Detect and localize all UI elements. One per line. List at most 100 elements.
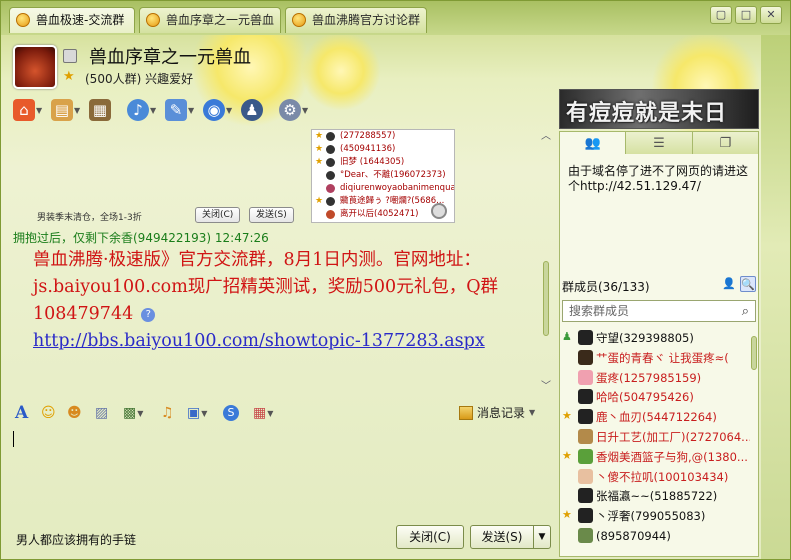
group-avatar[interactable] (13, 45, 57, 89)
right-tabs: 👥 ☰ ❐ (560, 132, 758, 154)
font-button[interactable]: A (15, 403, 28, 423)
send-image-button[interactable]: ▩ ▼ (123, 403, 143, 423)
notes-button[interactable]: ✎ ▼ (165, 97, 197, 123)
history-button[interactable]: 消息记录 ▼ (459, 404, 535, 421)
scroll-up-icon[interactable]: ︿ (540, 131, 552, 143)
tab-group-1[interactable]: 兽血极速-交流群 (9, 7, 135, 33)
list-item: ★ 旧梦 (1644305) (315, 157, 405, 167)
magic-emoji-button[interactable]: ☻ (67, 403, 82, 423)
tab-windows[interactable]: ❐ (692, 132, 758, 154)
notes-icon: ✎ (165, 99, 187, 121)
share-button[interactable]: ▤ ▼ (51, 97, 83, 123)
member-avatar (578, 468, 593, 484)
folder-icon: ▤ (51, 99, 73, 121)
emoji-button[interactable]: ☺ (41, 403, 56, 423)
status-text[interactable]: 男人都应该拥有的手链 (16, 531, 136, 548)
close-button[interactable]: 关闭(C) (396, 525, 464, 549)
person-badge-icon: ♟ (562, 330, 572, 343)
tab-group-3[interactable]: 兽血沸腾官方讨论群 (285, 7, 427, 33)
camera-icon: ◉ (203, 99, 225, 121)
star-icon: ★ (315, 131, 324, 141)
group-notice: 由于域名停了进不了网页的请进这个http://42.51.129.47/ (568, 164, 749, 193)
scroll-thumb[interactable] (751, 336, 757, 370)
group-info-icon[interactable] (63, 49, 77, 63)
star-icon: ★ (315, 144, 324, 154)
member-row[interactable]: (895870944) (560, 526, 750, 546)
member-row[interactable]: ★ 丶浮奢(799055083) (560, 506, 750, 526)
smiley-icon: ☺ (41, 405, 56, 421)
home-icon: ⌂ (13, 99, 35, 121)
chat-history[interactable]: 男装季末清仓，全场1-3折 关闭(C) 发送(S) ★ (277288557) ★… (9, 129, 554, 395)
members-header: 群成员(36/133) (562, 280, 650, 294)
banner-text: 有痘痘就是末日 (566, 101, 728, 126)
member-avatar (578, 409, 593, 425)
admin-button[interactable]: ♟ (241, 97, 273, 123)
window-controls: ▢ □ ✕ (710, 6, 782, 24)
ad-banner[interactable]: 有痘痘就是末日 (559, 89, 759, 129)
font-icon: A (15, 403, 29, 423)
qq-group-icon (16, 13, 30, 27)
search-icon[interactable]: 🔍 (740, 276, 756, 292)
restore-button[interactable]: □ (735, 6, 757, 24)
member-search-input[interactable]: 搜索群成员 ⌕ (562, 300, 756, 322)
member-avatar (578, 389, 593, 405)
home-button[interactable]: ⌂ ▼ (13, 97, 45, 123)
chevron-down-icon: ▼ (226, 105, 233, 115)
screenshot-button[interactable]: ▣ ▼ (187, 403, 207, 423)
settings-button[interactable]: ⚙ ▼ (279, 97, 311, 123)
message-input[interactable] (9, 427, 554, 521)
member-row[interactable]: 哈哈(504795426) (560, 387, 750, 407)
tab-announcements[interactable]: ☰ (626, 132, 693, 154)
penguin-icon (326, 132, 335, 141)
scroll-down-icon[interactable]: ﹀ (540, 381, 552, 393)
album-icon: ▦ (89, 99, 111, 121)
penguin-icon (326, 145, 335, 154)
scroll-thumb[interactable] (543, 261, 549, 336)
zoom-icon (431, 203, 447, 219)
group-toolbar: ⌂ ▼ ▤ ▼ ▦ ♪ ▼ ✎ ▼ ◉ ▼ ♟ ⚙ ▼ (13, 95, 311, 125)
image-edit-button[interactable]: ▨ (95, 403, 108, 423)
tab-members[interactable]: 👥 (560, 132, 627, 154)
star-icon: ★ (562, 448, 572, 462)
chat-scrollbar[interactable]: ︿ ﹀ (540, 131, 552, 393)
member-row[interactable]: 日升工艺(加工厂)(2727064... (560, 427, 750, 447)
chevron-down-icon: ▼ (201, 408, 208, 418)
member-avatar (578, 349, 593, 365)
member-row[interactable]: 蛋疼(1257985159) (560, 368, 750, 388)
chevron-down-icon: ▼ (137, 408, 144, 418)
video-button[interactable]: ◉ ▼ (203, 97, 235, 123)
member-row[interactable]: 艹蛋的青春ヾ 让我蛋疼≈( (560, 348, 750, 368)
member-row[interactable]: ♟ 守望(329398805) (560, 328, 750, 348)
member-list[interactable]: ♟ 守望(329398805) 艹蛋的青春ヾ 让我蛋疼≈( 蛋疼(12579851… (560, 328, 750, 558)
send-button[interactable]: 发送(S) (470, 525, 534, 549)
chevron-down-icon: ▼ (150, 105, 157, 115)
voice-button[interactable]: ♪ ▼ (127, 97, 159, 123)
list-item: diqiurenwoyaobanimenquanb... (312, 182, 454, 195)
admin-icon: ♟ (241, 99, 263, 121)
text-caret (13, 431, 14, 447)
tab-group-2[interactable]: 兽血序章之一元兽血 (139, 7, 281, 33)
search-icon: ⌕ (741, 304, 749, 319)
music-button[interactable]: ♫ (161, 403, 174, 423)
message-link[interactable]: http://bbs.baiyou100.com/showtopic-13772… (33, 331, 485, 351)
album-button[interactable]: ▦ (89, 97, 121, 123)
input-toolbar: A ☺ ☻ ▨ ▩ ▼ ♫ ▣ ▼ S ▦ ▼ 消息记录 ▼ (11, 401, 551, 425)
chat-window: 兽血极速-交流群 兽血序章之一元兽血 兽血沸腾官方讨论群 ▢ □ ✕ 兽血序章之… (0, 0, 791, 560)
member-row[interactable]: ★ 香烟美酒篮子与狗,@(1380... (560, 447, 750, 467)
microphone-icon: ♪ (127, 99, 149, 121)
member-scrollbar[interactable] (750, 336, 758, 556)
search-web-button[interactable]: S (223, 403, 239, 423)
chevron-down-icon: ▼ (267, 408, 274, 418)
member-row[interactable]: ★ 鹿丶血刃(544712264) (560, 407, 750, 427)
more-apps-button[interactable]: ▦ ▼ (253, 403, 273, 423)
list-item: ★ (277288557) (315, 131, 396, 141)
member-avatar (578, 448, 593, 464)
send-options-button[interactable]: ▼ (533, 525, 551, 549)
close-window-button[interactable]: ✕ (760, 6, 782, 24)
right-panel: 👥 ☰ ❐ 由于域名停了进不了网页的请进这个http://42.51.129.4… (559, 131, 759, 557)
add-member-icon[interactable]: 👤 (721, 276, 737, 292)
help-icon[interactable]: ? (141, 307, 156, 322)
member-row[interactable]: 张福瀛~~(51885722) (560, 486, 750, 506)
minimize-button[interactable]: ▢ (710, 6, 732, 24)
member-row[interactable]: 丶傻不拉叽(100103434) (560, 467, 750, 487)
